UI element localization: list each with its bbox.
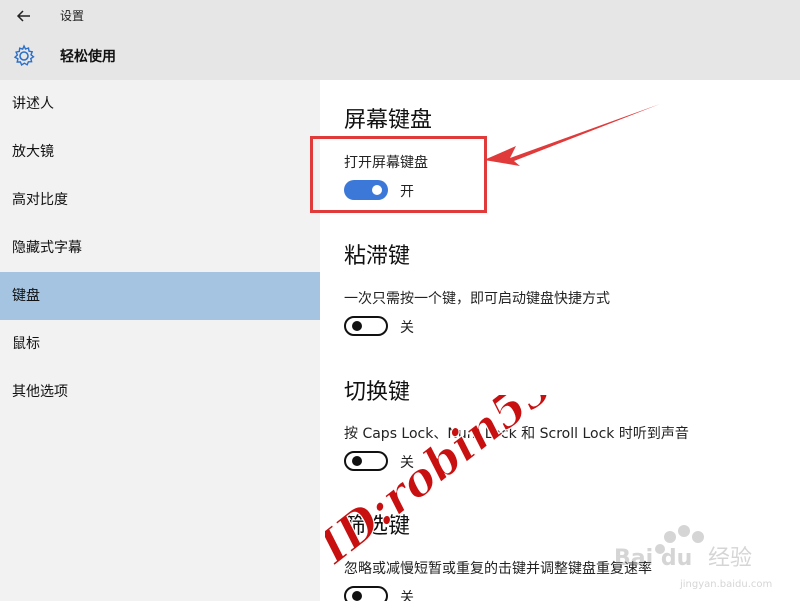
setting-label-toggle-keys: 按 Caps Lock、Num Lock 和 Scroll Lock 时听到声音 (344, 426, 689, 442)
sticky-keys-toggle[interactable] (344, 316, 388, 336)
page-title: 轻松使用 (60, 49, 116, 65)
setting-label-sticky-keys: 一次只需按一个键，即可启动键盘快捷方式 (344, 291, 610, 307)
back-arrow-icon[interactable] (12, 4, 36, 28)
sidebar-item-high-contrast[interactable]: 高对比度 (0, 176, 320, 224)
toggle-state-label: 关 (400, 590, 414, 601)
toggle-state-label: 关 (400, 320, 414, 336)
baidu-paw-icon: Bai du 经验 jingyan.baidu.com (614, 525, 772, 590)
sidebar: 讲述人 放大镜 高对比度 隐藏式字幕 键盘 鼠标 其他选项 (0, 80, 320, 601)
section-title-sticky-keys: 粘滞键 (344, 244, 411, 269)
toggle-state-label: 关 (400, 455, 414, 471)
sidebar-item-narrator[interactable]: 讲述人 (0, 80, 320, 128)
annotation-highlight-box (310, 136, 487, 213)
section-title-toggle-keys: 切换键 (344, 380, 411, 405)
app-title: 设置 (60, 9, 85, 23)
sidebar-item-other-options[interactable]: 其他选项 (0, 368, 320, 416)
svg-text:Bai du: Bai du (614, 546, 692, 571)
baidu-label: 经验 (708, 546, 752, 571)
annotation-arrow (484, 104, 660, 166)
sidebar-item-magnifier[interactable]: 放大镜 (0, 128, 320, 176)
toggle-knob (352, 456, 362, 466)
setting-label-filter-keys: 忽略或减慢短暂或重复的击键并调整键盘重复速率 (344, 561, 652, 577)
gear-icon (13, 44, 35, 67)
baidu-watermark: Bai du 经验 jingyan.baidu.com (610, 515, 790, 595)
section-title-onscreen-keyboard: 屏幕键盘 (344, 108, 433, 133)
filter-keys-toggle[interactable] (344, 586, 388, 601)
app-header: 设置 轻松使用 (0, 0, 800, 80)
toggle-knob (352, 321, 362, 331)
toggle-keys-toggle[interactable] (344, 451, 388, 471)
sidebar-item-closed-captions[interactable]: 隐藏式字幕 (0, 224, 320, 272)
baidu-url: jingyan.baidu.com (679, 579, 772, 590)
sidebar-item-keyboard[interactable]: 键盘 (0, 272, 320, 320)
sidebar-item-mouse[interactable]: 鼠标 (0, 320, 320, 368)
toggle-knob (352, 591, 362, 601)
section-title-filter-keys: 筛选键 (344, 514, 411, 539)
